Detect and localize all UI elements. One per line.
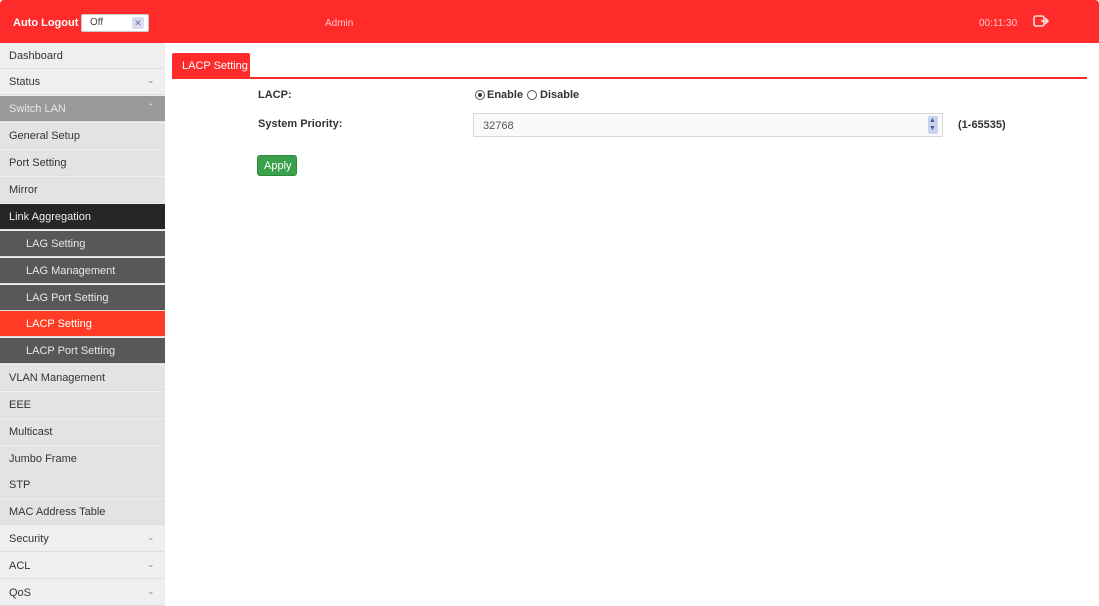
tab-underline — [172, 77, 1087, 79]
sidebar-item-lag-setting[interactable]: LAG Setting — [0, 231, 165, 257]
spinner-up-icon[interactable]: ▲ — [929, 117, 936, 125]
sidebar-item-status[interactable]: Status ⌄ — [0, 69, 165, 95]
sidebar-item-label: Multicast — [9, 426, 53, 438]
chevron-down-icon: ✕ — [132, 17, 144, 29]
sidebar-item-label: Mirror — [9, 184, 38, 196]
sidebar-item-label: LACP Setting — [26, 318, 92, 330]
lacp-enable-radio[interactable] — [475, 90, 485, 100]
sidebar-item-lag-management[interactable]: LAG Management — [0, 258, 165, 284]
sidebar-item-mirror[interactable]: Mirror — [0, 177, 165, 203]
sidebar-item-switch-lan[interactable]: Switch LAN ⌃ — [0, 96, 165, 122]
sidebar-item-lag-port-setting[interactable]: LAG Port Setting — [0, 285, 165, 311]
sidebar-item-label: Link Aggregation — [9, 211, 91, 223]
sidebar-item-vlan-management[interactable]: VLAN Management — [0, 365, 165, 391]
chevron-down-icon: ⌄ — [147, 532, 155, 542]
sidebar-item-label: Dashboard — [9, 50, 63, 62]
lacp-label: LACP: — [258, 89, 292, 101]
sidebar-item-acl[interactable]: ACL ⌄ — [0, 553, 165, 579]
sidebar: Dashboard Status ⌄ Switch LAN ⌃ General Se… — [0, 43, 165, 606]
sidebar-item-label: Switch LAN — [9, 103, 66, 115]
tab-lacp-setting[interactable]: LACP Setting — [172, 53, 250, 78]
sidebar-item-mac-address-table[interactable]: MAC Address Table — [0, 499, 165, 525]
spinner-down-icon[interactable]: ▼ — [929, 125, 936, 133]
sidebar-item-label: Jumbo Frame — [9, 453, 77, 465]
sidebar-item-label: LAG Setting — [26, 238, 86, 250]
chevron-down-icon: ⌄ — [147, 559, 155, 569]
top-bar: Auto Logout : Off ✕ Admin 00:11:30 — [0, 0, 1099, 43]
auto-logout-value: Off — [90, 17, 104, 28]
sidebar-item-label: General Setup — [9, 130, 80, 142]
sidebar-item-link-aggregation[interactable]: Link Aggregation — [0, 204, 165, 230]
sidebar-item-security[interactable]: Security ⌄ — [0, 526, 165, 552]
lacp-enable-label[interactable]: Enable — [487, 89, 523, 101]
lacp-disable-label[interactable]: Disable — [540, 89, 579, 101]
priority-range-hint: (1-65535) — [958, 119, 1006, 131]
sidebar-item-label: LACP Port Setting — [26, 345, 116, 357]
chevron-down-icon: ⌄ — [147, 75, 155, 85]
sidebar-item-dashboard[interactable]: Dashboard — [0, 43, 165, 69]
sidebar-item-port-setting[interactable]: Port Setting — [0, 150, 165, 176]
chevron-up-icon: ⌃ — [147, 102, 155, 112]
sidebar-item-multicast[interactable]: Multicast — [0, 419, 165, 445]
sidebar-item-label: QoS — [9, 587, 32, 599]
sidebar-item-qos[interactable]: QoS ⌄ — [0, 580, 165, 606]
sidebar-item-lacp-setting[interactable]: LACP Setting — [0, 311, 165, 337]
system-priority-value: 32768 — [483, 120, 514, 132]
chevron-down-icon: ⌄ — [147, 586, 155, 596]
lacp-disable-radio[interactable] — [527, 90, 537, 100]
auto-logout-label: Auto Logout : — [13, 17, 86, 29]
sidebar-item-label: ACL — [9, 560, 31, 572]
sidebar-item-label: LAG Port Setting — [26, 292, 109, 304]
logout-icon[interactable] — [1033, 14, 1049, 28]
sidebar-item-jumbo-frame[interactable]: Jumbo Frame — [0, 446, 165, 472]
sidebar-item-label: Security — [9, 533, 49, 545]
system-priority-input[interactable]: 32768 — [473, 113, 943, 137]
apply-button[interactable]: Apply — [257, 155, 297, 176]
user-name: Admin — [325, 18, 354, 29]
sidebar-item-stp[interactable]: STP — [0, 472, 165, 498]
auto-logout-select[interactable]: Off ✕ — [81, 14, 149, 32]
sidebar-item-label: MAC Address Table — [9, 506, 106, 518]
sidebar-item-label: STP — [9, 479, 31, 491]
sidebar-item-lacp-port-setting[interactable]: LACP Port Setting — [0, 338, 165, 364]
sidebar-item-label: LAG Management — [26, 265, 116, 277]
sidebar-item-label: EEE — [9, 399, 32, 411]
sidebar-item-label: VLAN Management — [9, 372, 105, 384]
clock: 00:11:30 — [979, 18, 1018, 29]
system-priority-label: System Priority: — [258, 118, 343, 130]
priority-spinner[interactable]: ▲ ▼ — [928, 116, 938, 134]
sidebar-item-label: Status — [9, 76, 41, 88]
tab-label: LACP Setting — [182, 60, 248, 72]
sidebar-item-general-setup[interactable]: General Setup — [0, 123, 165, 149]
apply-button-label: Apply — [264, 160, 292, 172]
sidebar-item-eee[interactable]: EEE — [0, 392, 165, 418]
sidebar-item-label: Port Setting — [9, 157, 67, 169]
